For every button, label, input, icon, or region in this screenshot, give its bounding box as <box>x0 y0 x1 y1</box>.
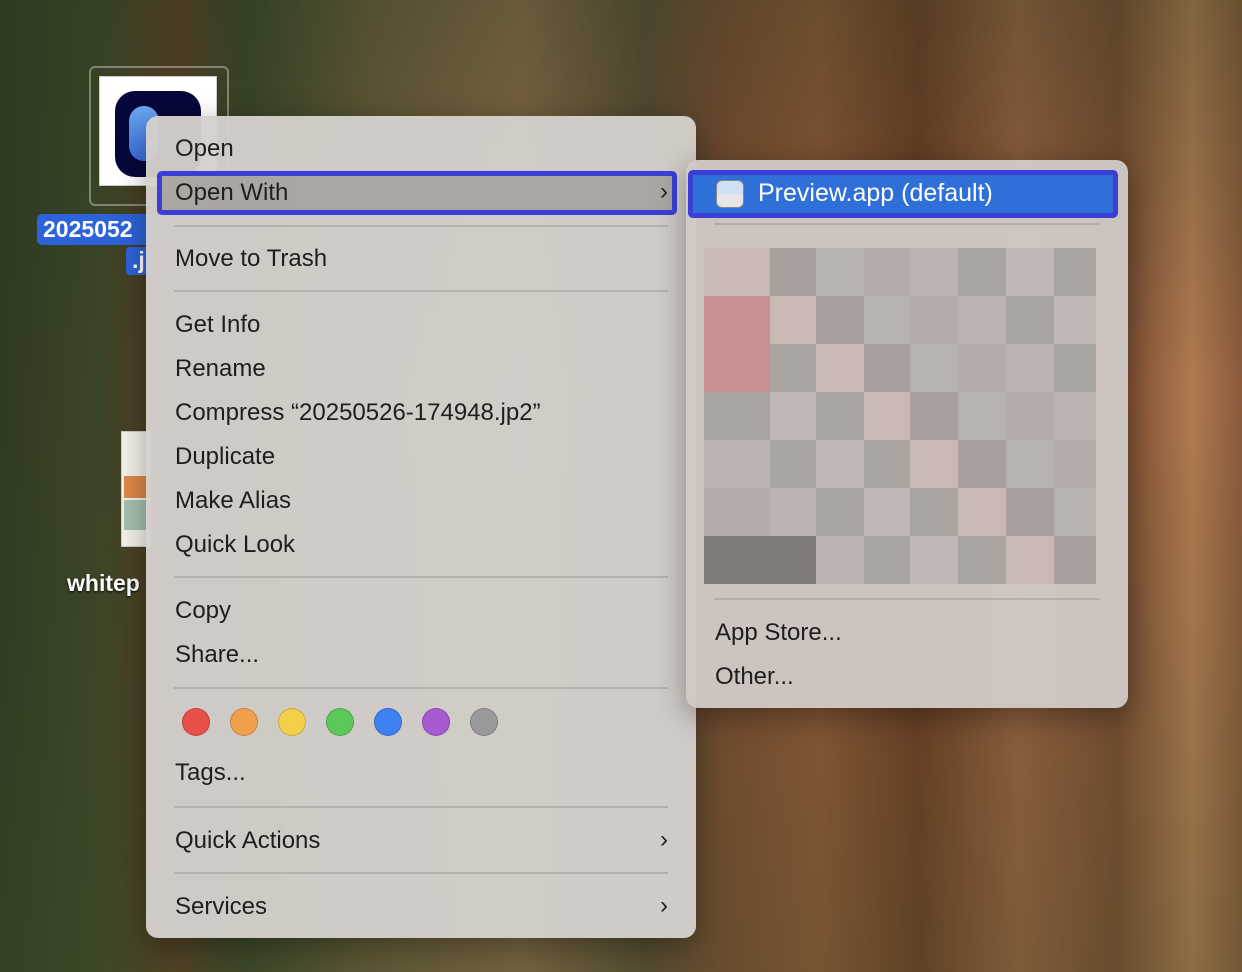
menu-item-quick-look[interactable]: Quick Look <box>175 530 295 560</box>
menu-item-services[interactable]: Services <box>175 892 267 922</box>
menu-item-compress[interactable]: Compress “20250526-174948.jp2” <box>175 398 541 428</box>
redaction-block <box>704 344 770 392</box>
redaction-block <box>770 392 816 440</box>
redaction-block <box>1006 296 1054 344</box>
redaction-block <box>910 536 958 584</box>
redaction-block <box>704 440 770 488</box>
redaction-block <box>1054 392 1096 440</box>
tag-blue[interactable] <box>374 708 402 736</box>
redaction-block <box>864 536 910 584</box>
redaction-block <box>1054 440 1096 488</box>
redaction-block <box>704 392 770 440</box>
redaction-block <box>1054 248 1096 296</box>
menu-separator <box>714 223 1100 225</box>
submenu-item-app-store[interactable]: App Store... <box>715 618 842 648</box>
menu-separator <box>174 225 668 227</box>
tag-orange[interactable] <box>230 708 258 736</box>
chevron-right-icon: › <box>660 892 668 919</box>
menu-item-get-info[interactable]: Get Info <box>175 310 260 340</box>
redaction-block <box>816 440 864 488</box>
redaction-block <box>770 440 816 488</box>
redaction-block <box>958 392 1006 440</box>
menu-separator <box>174 576 668 578</box>
redaction-block <box>704 296 770 344</box>
menu-separator <box>174 687 668 689</box>
redaction-block <box>1006 440 1054 488</box>
redaction-block <box>864 248 910 296</box>
submenu-item-preview-label[interactable]: Preview.app (default) <box>758 177 993 209</box>
menu-item-tags[interactable]: Tags... <box>175 758 246 788</box>
redaction-block <box>816 488 864 536</box>
tag-gray[interactable] <box>470 708 498 736</box>
submenu-item-other[interactable]: Other... <box>715 662 794 692</box>
menu-item-open-with[interactable]: Open With <box>175 178 288 208</box>
redacted-app-list <box>704 248 1096 598</box>
redaction-block <box>816 296 864 344</box>
redaction-block <box>910 296 958 344</box>
chevron-right-icon: › <box>660 826 668 853</box>
tag-green[interactable] <box>326 708 354 736</box>
redaction-block <box>770 248 816 296</box>
redaction-block <box>910 248 958 296</box>
redaction-block <box>770 488 816 536</box>
redaction-block <box>910 344 958 392</box>
redaction-block <box>910 488 958 536</box>
menu-separator <box>174 806 668 808</box>
redaction-block <box>958 344 1006 392</box>
redaction-block <box>1054 344 1096 392</box>
redaction-block <box>770 536 816 584</box>
menu-item-rename[interactable]: Rename <box>175 354 266 384</box>
redaction-block <box>1006 248 1054 296</box>
menu-separator <box>714 598 1100 600</box>
menu-separator <box>174 872 668 874</box>
menu-item-make-alias[interactable]: Make Alias <box>175 486 291 516</box>
open-with-submenu: Preview.app (default) App Store... Other… <box>686 160 1128 708</box>
selected-file-label[interactable]: 2025052 <box>37 214 157 245</box>
redaction-block <box>1054 296 1096 344</box>
redaction-block <box>816 536 864 584</box>
redaction-block <box>864 344 910 392</box>
preview-app-icon <box>716 180 744 208</box>
redaction-block <box>910 440 958 488</box>
redaction-block <box>958 248 1006 296</box>
redaction-block <box>1054 536 1096 584</box>
menu-item-move-to-trash[interactable]: Move to Trash <box>175 244 327 274</box>
tag-purple[interactable] <box>422 708 450 736</box>
redaction-block <box>770 296 816 344</box>
chevron-right-icon: › <box>660 178 668 205</box>
redaction-block <box>1006 536 1054 584</box>
redaction-block <box>958 488 1006 536</box>
document-file-label[interactable]: whitep <box>67 570 140 597</box>
redaction-block <box>910 392 958 440</box>
menu-item-open[interactable]: Open <box>175 134 234 164</box>
redaction-block <box>1054 488 1096 536</box>
redaction-block <box>864 440 910 488</box>
tag-red[interactable] <box>182 708 210 736</box>
redaction-block <box>1006 344 1054 392</box>
redaction-block <box>958 440 1006 488</box>
redaction-block <box>816 392 864 440</box>
redaction-block <box>958 536 1006 584</box>
tag-yellow[interactable] <box>278 708 306 736</box>
context-menu: Open Open With › Move to Trash Get Info … <box>146 116 696 938</box>
redaction-block <box>816 344 864 392</box>
redaction-block <box>958 296 1006 344</box>
redaction-block <box>704 536 770 584</box>
redaction-block <box>1006 488 1054 536</box>
redaction-block <box>864 488 910 536</box>
redaction-block <box>704 248 770 296</box>
redaction-block <box>770 344 816 392</box>
redaction-block <box>864 392 910 440</box>
menu-item-duplicate[interactable]: Duplicate <box>175 442 275 472</box>
menu-item-copy[interactable]: Copy <box>175 596 231 626</box>
redaction-block <box>864 296 910 344</box>
redaction-block <box>816 248 864 296</box>
menu-item-share[interactable]: Share... <box>175 640 259 670</box>
menu-separator <box>174 290 668 292</box>
redaction-block <box>1006 392 1054 440</box>
redaction-block <box>704 488 770 536</box>
menu-item-quick-actions[interactable]: Quick Actions <box>175 826 320 856</box>
